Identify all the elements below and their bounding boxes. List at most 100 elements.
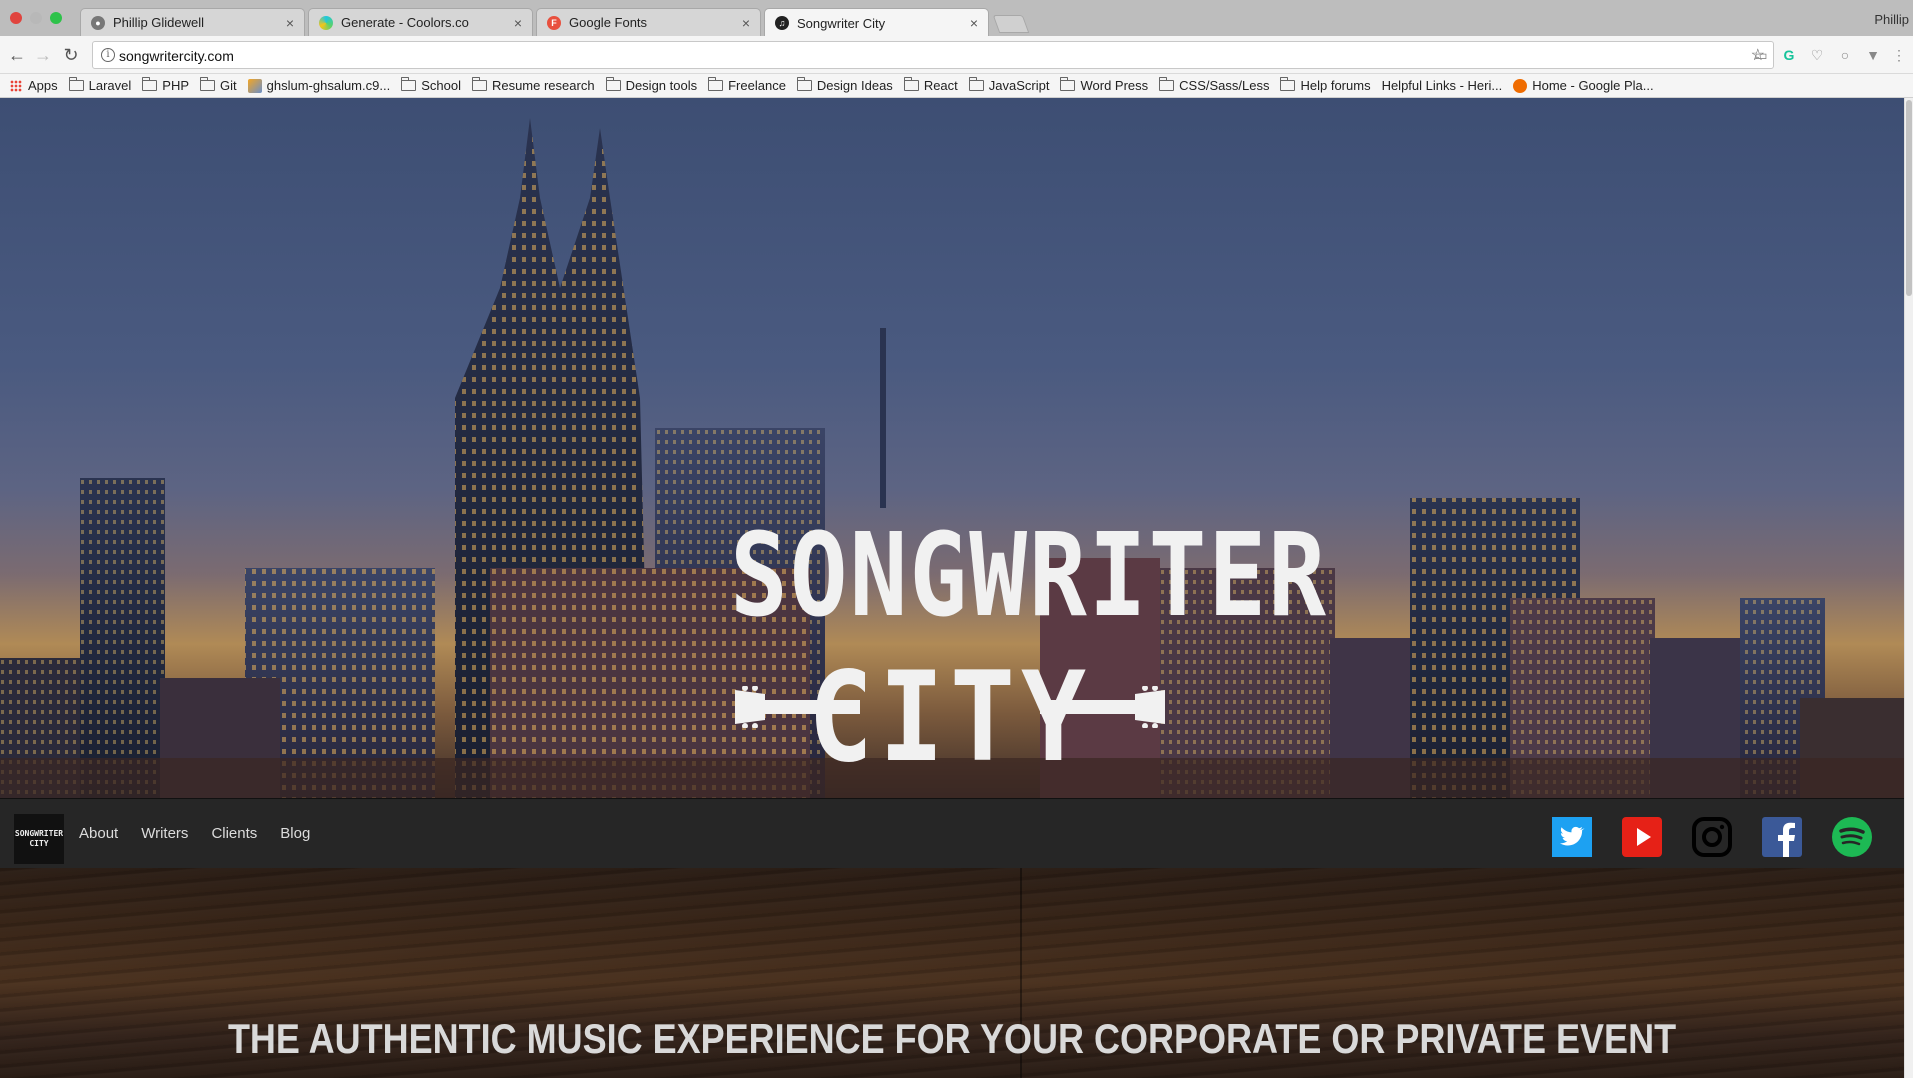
bookmark-label: Word Press	[1080, 78, 1149, 93]
address-bar[interactable]: i songwritercity.com ☆	[92, 41, 1774, 69]
instagram-icon[interactable]	[1692, 817, 1732, 857]
maximize-window-button[interactable]	[50, 12, 62, 24]
bookmark-folder[interactable]: Help forums	[1280, 77, 1371, 93]
scrollbar-thumb[interactable]	[1906, 100, 1912, 296]
bookmark-label: School	[421, 78, 461, 93]
bookmark-folder[interactable]: School	[401, 77, 461, 93]
bookmark-label: Design Ideas	[816, 78, 893, 93]
bookmark-folder[interactable]: Freelance	[708, 77, 786, 93]
bookmark-label: Helpful Links - Heri...	[1381, 78, 1503, 93]
folder-icon	[605, 77, 621, 91]
bookmark-folder[interactable]: Resume research	[471, 77, 595, 93]
spotify-icon[interactable]	[1832, 817, 1872, 857]
logo-line-songwriter: SONGWRITER	[730, 508, 1328, 643]
folder-icon	[142, 77, 158, 91]
bookmark-label: Apps	[28, 78, 58, 93]
tagline-heading: THE AUTHENTIC MUSIC EXPERIENCE FOR YOUR …	[227, 1014, 1677, 1062]
bookmark-link[interactable]: Helpful Links - Heri...	[0, 78, 1503, 185]
close-tab-icon[interactable]: ×	[514, 15, 522, 31]
facebook-icon[interactable]	[1762, 817, 1802, 857]
bookmark-label: Home - Google Pla...	[1532, 78, 1654, 93]
tab-phillip-glidewell[interactable]: ● Phillip Glidewell ×	[80, 8, 305, 36]
tab-strip: ● Phillip Glidewell × Generate - Coolors…	[0, 0, 1913, 37]
browser-window: ● Phillip Glidewell × Generate - Coolors…	[0, 0, 1913, 1078]
nav-logo-line2: CITY	[29, 839, 49, 848]
intro-section: THE AUTHENTIC MUSIC EXPERIENCE FOR YOUR …	[0, 868, 1904, 1078]
bookmark-label: CSS/Sass/Less	[1179, 78, 1270, 93]
close-window-button[interactable]	[10, 12, 22, 24]
nav-link-about[interactable]: About	[79, 825, 118, 842]
cast-icon[interactable]: ▭	[1752, 46, 1770, 64]
bookmark-folder[interactable]: Laravel	[68, 77, 131, 93]
folder-icon	[1280, 77, 1296, 91]
extension-circle-icon[interactable]: ○	[1836, 46, 1854, 64]
tab-coolors[interactable]: Generate - Coolors.co ×	[308, 8, 533, 36]
google-play-music-icon	[1513, 78, 1528, 93]
new-tab-button[interactable]	[992, 15, 1030, 33]
coolors-icon	[319, 15, 333, 30]
bookmark-folder[interactable]: Git	[200, 77, 237, 93]
folder-icon	[1060, 77, 1076, 91]
twitter-icon[interactable]	[1552, 817, 1592, 857]
nav-link-clients[interactable]: Clients	[211, 825, 257, 842]
bookmark-folder[interactable]: React	[903, 77, 958, 93]
folder-icon	[796, 77, 812, 91]
bookmarks-bar: Apps Laravel PHP Git ghslum-ghsalum.c9..…	[0, 74, 1913, 185]
bookmark-label: Help forums	[1300, 78, 1371, 93]
nav-logo-line1: SONGWRITER	[14, 829, 64, 838]
github-icon: ●	[91, 15, 105, 30]
bookmark-label: Resume research	[491, 78, 595, 93]
bookmark-folder[interactable]: JavaScript	[968, 77, 1050, 93]
nav-link-blog[interactable]: Blog	[280, 825, 310, 842]
tab-label: Generate - Coolors.co	[341, 15, 469, 30]
songwriter-city-logo[interactable]: SONGWRITER CITY	[730, 508, 1328, 790]
page-scrollbar[interactable]	[1904, 98, 1913, 1078]
reload-icon[interactable]: ↻	[60, 44, 82, 66]
profile-name[interactable]: Phillip	[1874, 12, 1909, 27]
menu-icon[interactable]: ⋮	[1890, 46, 1908, 64]
url-text[interactable]: songwritercity.com	[119, 48, 234, 64]
google-fonts-icon: F	[547, 15, 561, 30]
youtube-icon[interactable]	[1622, 817, 1662, 857]
folder-icon	[903, 77, 919, 91]
forward-arrow-icon[interactable]: →	[32, 44, 54, 66]
folder-icon	[968, 77, 984, 91]
minimize-window-button[interactable]	[30, 12, 42, 24]
bookmark-label: Git	[220, 78, 237, 93]
tab-songwriter-city[interactable]: ♫ Songwriter City ×	[764, 8, 989, 37]
close-tab-icon[interactable]: ×	[970, 15, 978, 31]
bookmark-folder[interactable]: PHP	[142, 77, 189, 93]
apps-grid-icon	[10, 79, 22, 92]
folder-icon	[471, 77, 487, 91]
nav-logo[interactable]: SONGWRITER CITY	[14, 814, 64, 864]
bookmark-label: React	[923, 78, 958, 93]
info-icon[interactable]: i	[101, 48, 115, 62]
vue-devtools-icon[interactable]: ▼	[1864, 46, 1882, 64]
bookmark-label: Design tools	[625, 78, 698, 93]
bookmark-folder[interactable]: Design tools	[605, 77, 698, 93]
close-tab-icon[interactable]: ×	[286, 15, 294, 31]
songwriter-city-icon: ♫	[775, 16, 789, 30]
guitar-headstock-icon	[1040, 686, 1165, 728]
tab-label: Songwriter City	[797, 15, 886, 31]
bookmark-label: ghslum-ghsalum.c9...	[266, 78, 391, 93]
bookmark-link[interactable]: ghslum-ghsalum.c9...	[247, 78, 391, 93]
pocket-icon[interactable]: ♡	[1808, 46, 1826, 64]
bookmark-link[interactable]: Home - Google Pla...	[1513, 78, 1654, 93]
bookmark-folder[interactable]: Design Ideas	[796, 77, 893, 93]
tab-label: Phillip Glidewell	[113, 15, 205, 30]
nav-link-writers[interactable]: Writers	[141, 825, 188, 842]
grammarly-icon[interactable]: G	[1780, 46, 1798, 64]
bookmark-label: JavaScript	[988, 78, 1050, 93]
hero-section: SONGWRITER CITY	[0, 98, 1904, 798]
tab-google-fonts[interactable]: F Google Fonts ×	[536, 8, 761, 36]
browser-toolbar: ← → ↻ i songwritercity.com ☆ ▭ G ♡ ○ ▼ ⋮	[0, 36, 1913, 74]
bookmark-folder[interactable]: CSS/Sass/Less	[1159, 77, 1270, 93]
folder-icon	[401, 77, 417, 91]
bookmark-apps[interactable]: Apps	[10, 78, 58, 93]
folder-icon	[1159, 77, 1175, 91]
bookmark-folder[interactable]: Word Press	[1060, 77, 1149, 93]
close-tab-icon[interactable]: ×	[742, 15, 750, 31]
back-arrow-icon[interactable]: ←	[6, 44, 28, 66]
web-page: SONGWRITER CITY SONGWRITER CITY About Wr…	[0, 98, 1904, 1078]
